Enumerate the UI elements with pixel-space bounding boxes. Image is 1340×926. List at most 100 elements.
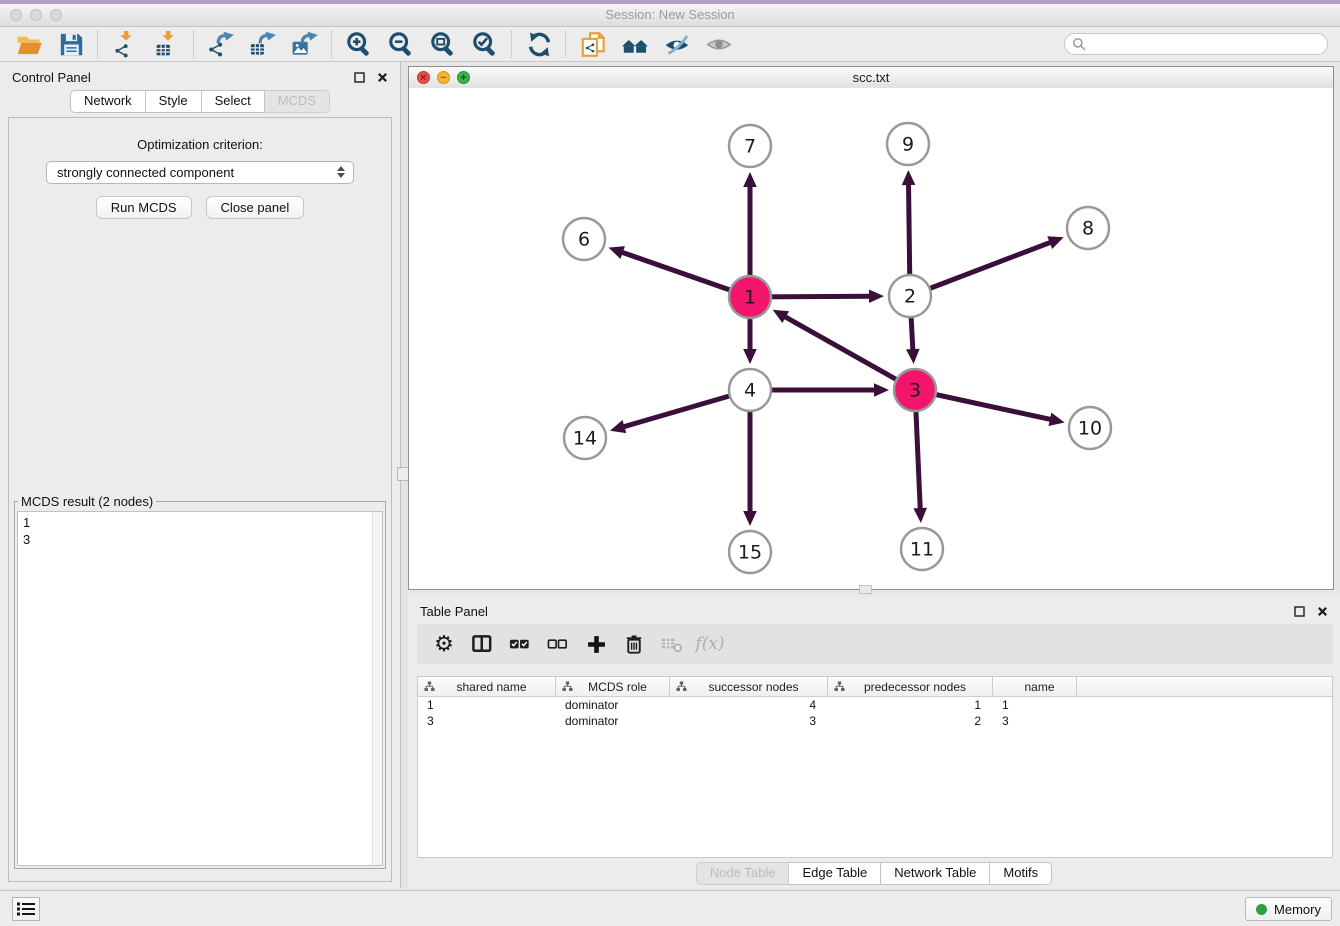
column-header-MCDS-role[interactable]: MCDS role [556,677,670,696]
table-row[interactable]: 3dominator323 [418,713,1332,729]
clone-network-icon [580,31,607,58]
graph-node-4[interactable]: 4 [729,369,771,411]
column-header-successor-nodes[interactable]: successor nodes [670,677,828,696]
create-column-button[interactable] [577,628,615,660]
tab-select[interactable]: Select [202,90,265,113]
table-cell[interactable]: 2 [828,713,993,729]
table-cell[interactable]: 3 [993,713,1077,729]
column-header-shared-name[interactable]: shared name [418,677,556,696]
tab-network-table[interactable]: Network Table [881,862,990,885]
table-cell[interactable]: 3 [670,713,828,729]
horizontal-splitter-handle[interactable] [859,585,872,594]
save-session-button[interactable] [50,29,92,60]
app-title: Session: New Session [0,4,1340,26]
float-panel-icon[interactable] [353,71,365,83]
column-hierarchy-icon [676,681,687,692]
node-table-header: shared nameMCDS rolesuccessor nodesprede… [418,677,1332,697]
search-input[interactable] [1064,33,1328,55]
graph-node-9[interactable]: 9 [887,123,929,165]
graph-edge-3-10[interactable] [915,390,1065,426]
select-chevrons-icon [337,166,345,178]
tab-node-table[interactable]: Node Table [696,862,790,885]
search-field-wrap [1064,33,1328,55]
graph-node-2[interactable]: 2 [889,275,931,317]
gear-icon: ⚙ [434,633,454,655]
graph-node-1[interactable]: 1 [729,276,771,318]
table-cell[interactable]: dominator [556,713,670,729]
import-network-button[interactable] [104,29,146,60]
result-scrollbar[interactable] [372,512,382,865]
graph-edge-2-8[interactable] [910,236,1064,296]
import-table-button[interactable] [146,29,188,60]
export-network-button[interactable] [200,29,242,60]
graph-node-8[interactable]: 8 [1067,207,1109,249]
frame-minimize-icon[interactable]: − [437,71,450,84]
criterion-select[interactable]: strongly connected component [46,161,354,184]
window-controls[interactable] [10,9,62,21]
column-header-predecessor-nodes[interactable]: predecessor nodes [828,677,993,696]
hide-selected-button[interactable] [656,29,698,60]
export-table-button[interactable] [242,29,284,60]
tab-style[interactable]: Style [146,90,202,113]
table-cell[interactable]: 1 [828,697,993,713]
table-cell[interactable]: 1 [993,697,1077,713]
export-image-icon [292,31,319,58]
open-file-button[interactable] [8,29,50,60]
close-panel-icon[interactable] [376,71,388,83]
close-table-panel-icon[interactable] [1316,605,1328,617]
table-cell[interactable]: 1 [418,697,556,713]
graph-node-14[interactable]: 14 [564,417,606,459]
select-all-button[interactable] [501,628,539,660]
graph-node-10[interactable]: 10 [1069,407,1111,449]
graph-node-7[interactable]: 7 [729,125,771,167]
memory-button[interactable]: Memory [1245,897,1332,921]
task-history-button[interactable] [12,897,40,921]
export-image-button[interactable] [284,29,326,60]
deselect-all-button[interactable] [539,628,577,660]
refresh-view-button[interactable] [518,29,560,60]
network-graph[interactable]: 7 9 6 8 1 2 4 3 14 10 15 11 [409,88,1333,589]
graph-node-15[interactable]: 15 [729,531,771,573]
zoom-window-icon[interactable] [50,9,62,21]
clone-network-button[interactable] [572,29,614,60]
table-cell[interactable]: 4 [670,697,828,713]
graph-edge-3-1[interactable] [773,310,915,390]
frame-close-icon[interactable]: × [417,71,430,84]
table-cell[interactable]: dominator [556,697,670,713]
split-panel-button[interactable] [463,628,501,660]
column-label: shared name [418,680,555,694]
show-all-button[interactable] [698,29,740,60]
mcds-result-group: MCDS result (2 nodes) 13 [14,494,386,869]
zoom-out-button[interactable] [380,29,422,60]
close-window-icon[interactable] [10,9,22,21]
tab-edge-table[interactable]: Edge Table [789,862,881,885]
graph-node-11[interactable]: 11 [901,528,943,570]
zoom-fit-button[interactable] [422,29,464,60]
table-cell[interactable]: 3 [418,713,556,729]
network-window-titlebar[interactable]: × − + scc.txt [409,67,1333,89]
run-mcds-button[interactable]: Run MCDS [96,196,192,219]
minimize-window-icon[interactable] [30,9,42,21]
graph-node-3[interactable]: 3 [894,369,936,411]
float-table-panel-icon[interactable] [1293,605,1305,617]
network-canvas[interactable]: 7 9 6 8 1 2 4 3 14 10 15 11 [409,88,1333,589]
frame-maximize-icon[interactable]: + [457,71,470,84]
application-window: Session: New Session Control Panel Netwo… [0,0,1340,926]
table-row[interactable]: 1dominator411 [418,697,1332,713]
table-settings-button[interactable]: ⚙ [425,628,463,660]
zoom-in-button[interactable] [338,29,380,60]
home-view-button[interactable] [614,29,656,60]
tab-mcds[interactable]: MCDS [265,90,330,113]
tab-network[interactable]: Network [70,90,146,113]
node-table-rows: 1dominator4113dominator323 [418,697,1332,729]
tab-motifs[interactable]: Motifs [990,862,1052,885]
mcds-result-list[interactable]: 13 [17,511,383,866]
graph-edge-1-6[interactable] [609,246,750,297]
zoom-selected-button[interactable] [464,29,506,60]
delete-column-button[interactable] [615,628,653,660]
close-panel-button[interactable]: Close panel [206,196,305,219]
graph-node-6[interactable]: 6 [563,218,605,260]
column-header-name[interactable]: name [993,677,1077,696]
function-builder-button: f(x) [691,628,729,660]
delete-table-icon [661,633,684,656]
